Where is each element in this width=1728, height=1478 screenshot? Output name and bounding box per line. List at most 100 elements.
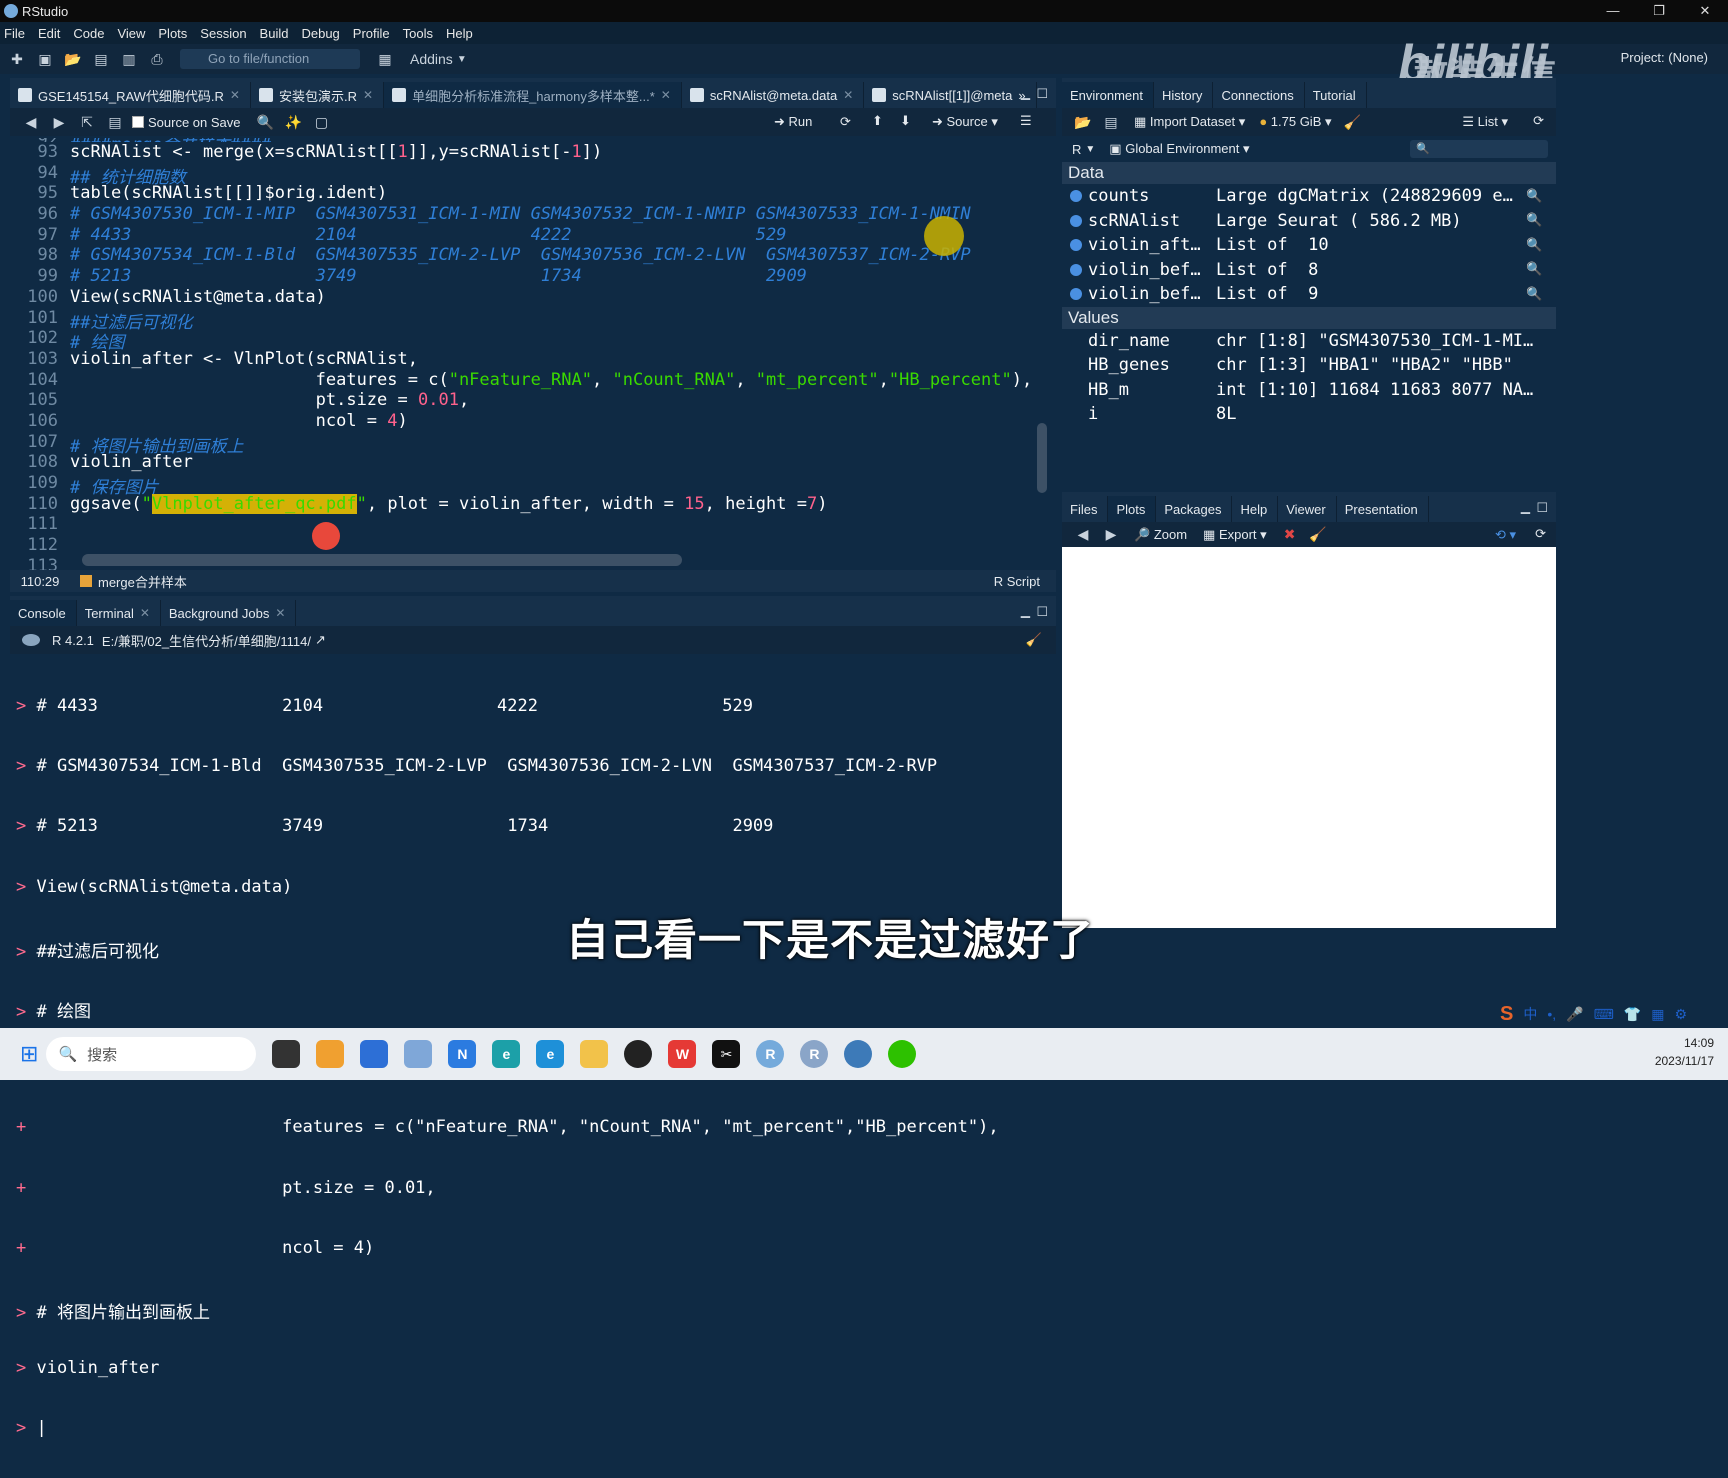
env-search-input[interactable]: 🔍 — [1410, 140, 1548, 158]
memory-usage[interactable]: ● 1.75 GiB ▾ — [1259, 114, 1331, 130]
search-icon[interactable]: 🔍 — [255, 112, 277, 132]
maximize-pane-icon[interactable]: ☐ — [1036, 604, 1048, 620]
new-project-icon[interactable]: ▣ — [34, 49, 56, 69]
grid-icon[interactable]: ▦ — [374, 49, 396, 69]
tab-presentation[interactable]: Presentation — [1337, 496, 1429, 522]
goto-directory-icon[interactable]: ↗ — [315, 632, 326, 648]
ime-skin-icon[interactable]: 👕 — [1624, 1006, 1641, 1023]
env-row-i[interactable]: i 8L — [1062, 402, 1556, 427]
tab-background-jobs[interactable]: Background Jobs ✕ — [161, 600, 297, 626]
expand-icon[interactable] — [1070, 239, 1082, 252]
broom-icon[interactable]: 🧹 — [1307, 525, 1329, 545]
broom-icon[interactable]: 🧹 — [1342, 112, 1364, 132]
source-on-save-checkbox[interactable] — [132, 116, 144, 128]
expand-icon[interactable] — [1070, 288, 1082, 301]
photos-icon[interactable] — [404, 1040, 433, 1068]
menu-code[interactable]: Code — [73, 26, 104, 41]
tab-files[interactable]: Files — [1062, 496, 1109, 522]
run-button[interactable]: ➜ Run — [774, 114, 812, 130]
close-icon[interactable]: ✕ — [661, 88, 671, 102]
tab-console[interactable]: Console — [10, 600, 77, 626]
close-icon[interactable]: ✕ — [230, 88, 240, 102]
close-icon[interactable]: ✕ — [275, 606, 285, 620]
save-workspace-icon[interactable]: ▤ — [1100, 112, 1122, 132]
menu-edit[interactable]: Edit — [38, 26, 60, 41]
view-data-icon[interactable]: 🔍 — [1526, 213, 1542, 228]
r-icon[interactable]: R — [800, 1040, 829, 1068]
refresh-icon[interactable]: ⟳ — [1535, 526, 1546, 542]
open-file-icon[interactable]: 📂 — [62, 49, 84, 69]
arrow-up-icon[interactable]: ⬆ — [872, 113, 883, 129]
menu-help[interactable]: Help — [446, 26, 473, 41]
view-data-icon[interactable]: 🔍 — [1526, 189, 1542, 204]
tab-terminal[interactable]: Terminal ✕ — [77, 600, 161, 626]
view-data-icon[interactable]: 🔍 — [1526, 287, 1542, 302]
rstudio-icon[interactable]: R — [756, 1040, 785, 1068]
menu-view[interactable]: View — [117, 26, 145, 41]
view-mode-selector[interactable]: ☰ List ▾ — [1462, 114, 1508, 130]
tab-tutorial[interactable]: Tutorial — [1305, 82, 1367, 108]
view-data-icon[interactable]: 🔍 — [1526, 238, 1542, 253]
env-row-dir-name[interactable]: dir_name chr [1:8] "GSM4307530_ICM-1-MI… — [1062, 329, 1556, 354]
task-view-icon[interactable] — [272, 1040, 301, 1068]
close-icon[interactable]: ✕ — [843, 88, 853, 102]
tab-help[interactable]: Help — [1232, 496, 1279, 522]
menu-build[interactable]: Build — [260, 26, 289, 41]
file-explorer-icon[interactable] — [580, 1040, 609, 1068]
tab-gse145154[interactable]: GSE145154_RAW代细胞代码.R ✕ — [10, 82, 251, 108]
compile-report-icon[interactable]: ▢ — [311, 112, 333, 132]
expand-icon[interactable] — [1070, 263, 1082, 276]
store-icon[interactable] — [360, 1040, 389, 1068]
wechat-icon[interactable] — [888, 1040, 917, 1068]
tab-meta-data[interactable]: scRNAlist@meta.data ✕ — [682, 82, 865, 108]
save-icon[interactable]: ▤ — [90, 49, 112, 69]
tab-meta-1[interactable]: scRNAlist[[1]]@meta» — [864, 82, 1037, 108]
tab-install-demo[interactable]: 安装包演示.R ✕ — [251, 82, 385, 108]
env-row-hb-genes[interactable]: HB_genes chr [1:3] "HBA1" "HBA2" "HBB" — [1062, 353, 1556, 378]
outline-icon[interactable]: ☰ — [1020, 113, 1032, 129]
scrollbar-thumb[interactable] — [1037, 423, 1047, 493]
capcut-icon[interactable]: ✂ — [712, 1040, 741, 1068]
console-prompt[interactable]: > | — [16, 1418, 1056, 1438]
clear-console-icon[interactable]: 🧹 — [1026, 632, 1042, 648]
clock-date[interactable]: 2023/11/17 — [1655, 1052, 1714, 1070]
show-in-window-icon[interactable]: ⇱ — [76, 112, 98, 132]
language-selector[interactable]: R — [1072, 142, 1081, 157]
ime-punct-icon[interactable]: •, — [1547, 1006, 1556, 1022]
expand-icon[interactable] — [1070, 190, 1082, 203]
clock-time[interactable]: 14:09 — [1655, 1034, 1714, 1052]
save-icon[interactable]: ▤ — [104, 112, 126, 132]
back-icon[interactable]: ◀ — [20, 112, 42, 132]
env-row-violin-before[interactable]: violin_bef… List of 8 🔍 — [1062, 258, 1556, 283]
ime-settings-icon[interactable]: ⚙ — [1674, 1006, 1687, 1023]
expand-icon[interactable] — [1070, 214, 1082, 227]
vertical-scrollbar[interactable] — [1036, 138, 1048, 574]
minimize-pane-icon[interactable]: ▁ — [1021, 604, 1030, 618]
menu-profile[interactable]: Profile — [353, 26, 390, 41]
close-icon[interactable]: ✕ — [363, 88, 373, 102]
edge-icon[interactable]: e — [492, 1040, 521, 1068]
source-button[interactable]: ➜ Source ▾ — [932, 114, 998, 130]
rerun-icon[interactable]: ⟳ — [840, 114, 851, 130]
previous-plot-icon[interactable]: ◀ — [1072, 525, 1094, 545]
filetype-selector[interactable]: R Script — [994, 574, 1040, 589]
tab-plots[interactable]: Plots — [1108, 496, 1157, 522]
print-icon[interactable]: ⎙ — [146, 49, 168, 69]
close-button[interactable]: ✕ — [1682, 0, 1728, 22]
env-row-hb-m[interactable]: HB_m int [1:10] 11684 11683 8077 NA… — [1062, 378, 1556, 403]
env-row-violin-before-2[interactable]: violin_bef… List of 9 🔍 — [1062, 282, 1556, 307]
tab-environment[interactable]: Environment — [1062, 82, 1154, 108]
code-area[interactable]: 92####merge合并样本#### 93scRNAlist <- merge… — [10, 138, 1040, 574]
maximize-pane-icon[interactable]: ☐ — [1036, 86, 1048, 102]
ime-chinese-icon[interactable]: 中 — [1523, 1004, 1537, 1024]
minimize-pane-icon[interactable]: ▁ — [1521, 500, 1530, 514]
ime-tools-icon[interactable]: ▦ — [1651, 1006, 1664, 1023]
menu-tools[interactable]: Tools — [403, 26, 433, 41]
wand-icon[interactable]: ✨ — [283, 112, 305, 132]
menu-debug[interactable]: Debug — [301, 26, 339, 41]
tab-harmony-pipeline[interactable]: 单细胞分析标准流程_harmony多样本整...* ✕ — [384, 82, 682, 108]
env-row-scrnalist[interactable]: scRNAlist Large Seurat ( 586.2 MB) 🔍 — [1062, 209, 1556, 234]
working-directory[interactable]: E:/兼职/02_生信代分析/单细胞/1114/ — [102, 631, 311, 650]
next-plot-icon[interactable]: ▶ — [1100, 525, 1122, 545]
nk-app-icon[interactable]: N — [448, 1040, 477, 1068]
